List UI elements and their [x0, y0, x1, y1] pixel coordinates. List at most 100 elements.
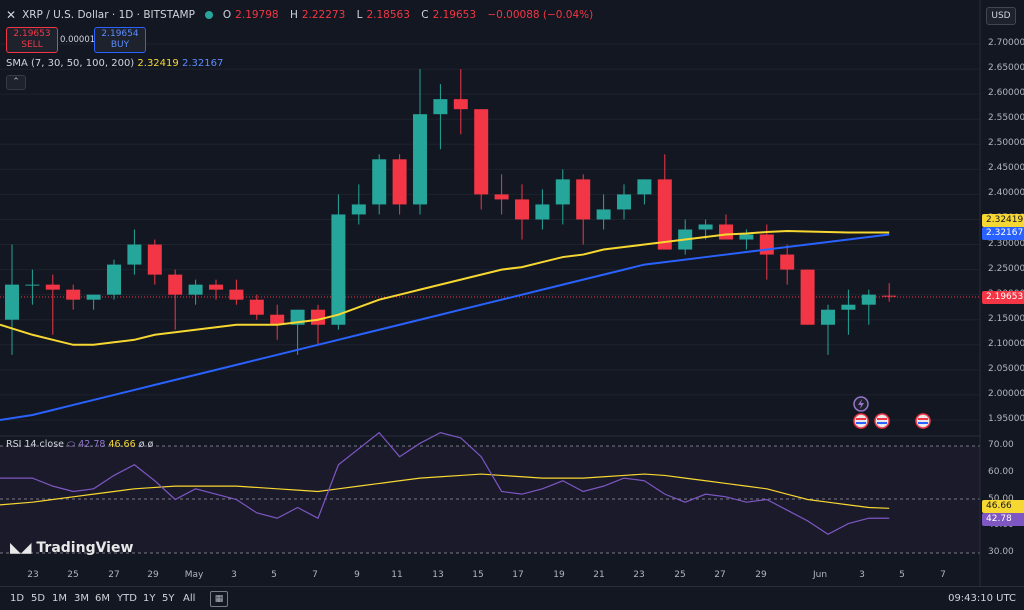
sma-fast-tag: 2.32419 [982, 214, 1024, 227]
candle-body[interactable] [311, 309, 325, 325]
price-tick: 2.15000 [988, 313, 1024, 324]
candle-body[interactable] [433, 99, 448, 115]
candle-body[interactable] [657, 179, 672, 250]
timeframe-1y-button[interactable]: 1Y [143, 593, 155, 604]
candle-body[interactable] [107, 264, 121, 295]
candle-body[interactable] [229, 289, 244, 300]
candle-body[interactable] [861, 294, 876, 305]
candle-body[interactable] [494, 194, 509, 200]
candle-body[interactable] [841, 304, 856, 310]
candle-body[interactable] [147, 244, 162, 275]
price-change: −0.00088 (−0.04%) [487, 9, 594, 21]
time-tick: 21 [593, 570, 605, 580]
candle-body[interactable] [5, 284, 19, 320]
candle-body[interactable] [617, 194, 631, 210]
price-tick: 2.10000 [988, 338, 1024, 349]
time-tick: 15 [472, 570, 484, 580]
price-tick: 2.40000 [988, 188, 1024, 199]
time-tick: 7 [312, 570, 318, 580]
time-tick: 5 [899, 570, 905, 580]
candle-body[interactable] [474, 109, 489, 195]
collapse-legend-button[interactable]: ⌃ [6, 75, 26, 90]
timeframe-6m-button[interactable]: 6M [95, 593, 110, 604]
candle-body[interactable] [45, 284, 60, 290]
time-tick: 23 [633, 570, 645, 580]
candle-body[interactable] [576, 179, 591, 220]
candle-body[interactable] [821, 309, 835, 325]
timeframe-3m-button[interactable]: 3M [74, 593, 89, 604]
candle-body[interactable] [351, 204, 366, 215]
timeframe-ytd-button[interactable]: YTD [117, 593, 137, 604]
buy-button[interactable]: 2.19654 BUY [94, 27, 146, 53]
chart-header: ✕ XRP / U.S. Dollar · 1D · BITSTAMP O 2.1… [6, 8, 597, 22]
timeframe-1m-button[interactable]: 1M [52, 593, 67, 604]
timeframe-5y-button[interactable]: 5Y [162, 593, 174, 604]
candle-body[interactable] [331, 214, 346, 325]
candle-body[interactable] [127, 244, 142, 265]
price-chart[interactable] [0, 0, 1024, 609]
price-tick: 2.50000 [988, 138, 1024, 149]
rsi-tick: 70.00 [988, 440, 1014, 450]
time-tick: 25 [674, 570, 686, 580]
candle-body[interactable] [372, 159, 387, 205]
time-tick: 29 [147, 570, 159, 580]
price-tick: 1.95000 [988, 414, 1024, 424]
candle-body[interactable] [515, 199, 529, 220]
candle-body[interactable] [739, 234, 754, 240]
market-open-icon [204, 11, 213, 19]
time-tick: 13 [432, 570, 444, 580]
price-tick: 2.55000 [988, 113, 1024, 124]
us-flag-icon[interactable] [874, 413, 890, 429]
sma-slow-tag: 2.32167 [982, 227, 1024, 240]
candle-body[interactable] [168, 274, 183, 295]
time-tick: 23 [27, 570, 39, 580]
price-tick: 2.70000 [988, 38, 1024, 48]
candle-body[interactable] [209, 284, 223, 290]
symbol-title[interactable]: XRP / U.S. Dollar · 1D · BITSTAMP [22, 9, 195, 21]
candle-body[interactable] [188, 284, 203, 295]
candle-body[interactable] [535, 204, 550, 220]
rsi-tick: 60.00 [988, 466, 1014, 477]
price-tick: 2.65000 [988, 63, 1024, 74]
candle-body[interactable] [780, 254, 795, 270]
calendar-icon[interactable]: ▦ [210, 591, 228, 607]
time-tick: 27 [108, 570, 120, 580]
candle-body[interactable] [392, 159, 407, 205]
candle-body[interactable] [453, 99, 468, 110]
time-tick: 9 [354, 570, 360, 580]
sma-legend[interactable]: SMA (7, 30, 50, 100, 200) 2.32419 2.3216… [6, 58, 223, 69]
currency-selector[interactable]: USD [986, 7, 1016, 25]
us-flag-icon[interactable] [915, 413, 931, 429]
timeframe-1d-button[interactable]: 1D [10, 593, 24, 604]
candle-body[interactable] [66, 289, 81, 300]
candle-body[interactable] [25, 284, 40, 286]
price-tick: 2.25000 [988, 263, 1024, 274]
candle-body[interactable] [698, 224, 713, 230]
tradingview-logo[interactable]: ◣◢ TradingView [10, 540, 133, 556]
time-tick: 29 [755, 570, 767, 580]
candle-body[interactable] [637, 179, 652, 195]
candle-body[interactable] [555, 179, 570, 205]
candle-body[interactable] [882, 295, 897, 297]
price-tick: 2.30000 [988, 238, 1024, 249]
close-icon[interactable]: ✕ [6, 8, 16, 22]
timeframe-all-button[interactable]: All [183, 593, 195, 604]
time-tick: Jun [812, 570, 828, 580]
rsi-legend[interactable]: RSI 14 close ⬭ 42.78 46.66 ø ø [6, 439, 153, 450]
last-price-tag: 2.19653 [982, 291, 1024, 304]
candle-body[interactable] [719, 224, 733, 240]
candle-body[interactable] [596, 209, 611, 220]
candle-body[interactable] [86, 294, 101, 300]
rsi-tick: 30.00 [988, 547, 1014, 557]
sell-button[interactable]: 2.19653 SELL [6, 27, 58, 53]
timeframe-5d-button[interactable]: 5D [31, 593, 45, 604]
tv-logo-icon: ◣◢ [10, 540, 37, 556]
candle-body[interactable] [759, 234, 774, 255]
us-flag-icon[interactable] [853, 413, 869, 429]
candle-body[interactable] [800, 269, 815, 325]
candle-body[interactable] [249, 299, 264, 315]
time-tick: 7 [940, 570, 946, 580]
clock[interactable]: 09:43:10 UTC [948, 593, 1016, 604]
candle-body[interactable] [413, 114, 427, 205]
rsi-ma-tag: 46.66 [982, 500, 1024, 513]
